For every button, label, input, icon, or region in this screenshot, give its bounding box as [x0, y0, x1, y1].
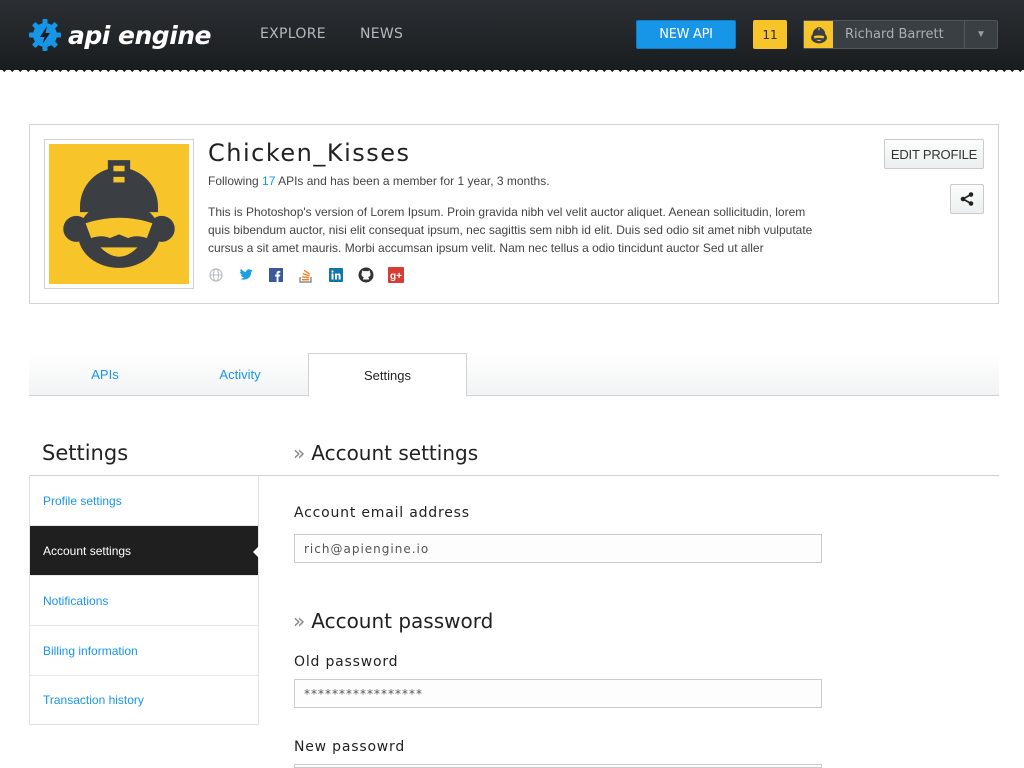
email-field[interactable] — [294, 534, 822, 563]
avatar-robot-icon — [49, 144, 189, 284]
googleplus-icon[interactable]: g+ — [388, 267, 404, 283]
double-chevron-icon: » — [293, 441, 306, 465]
globe-icon[interactable] — [208, 267, 224, 283]
user-avatar-icon — [804, 21, 833, 48]
settings-sidebar: Profile settings Account settings Notifi… — [29, 475, 259, 725]
facebook-icon[interactable] — [268, 267, 284, 283]
email-label: Account email address — [294, 505, 470, 521]
new-password-label: New passowrd — [294, 739, 406, 755]
tab-apis[interactable]: APIs — [29, 353, 181, 396]
logo[interactable]: api engine — [28, 18, 212, 52]
notification-badge[interactable]: 11 — [753, 20, 787, 49]
sidebar-item-transaction-history[interactable]: Transaction history — [30, 676, 258, 724]
new-api-button[interactable]: NEW API — [636, 20, 736, 49]
stackoverflow-icon[interactable] — [298, 267, 314, 283]
sidebar-item-profile-settings[interactable]: Profile settings — [30, 476, 258, 526]
tab-settings[interactable]: Settings — [308, 353, 467, 397]
avatar — [44, 139, 194, 289]
profile-bio: This is Photoshop's version of Lorem Ips… — [208, 205, 813, 255]
tab-activity[interactable]: Activity — [181, 353, 299, 396]
profile-card: Chicken_Kisses Following 17 APIs and has… — [29, 124, 999, 304]
sidebar-item-account-settings[interactable]: Account settings — [30, 526, 259, 576]
section-divider — [259, 475, 999, 476]
profile-username: Chicken_Kisses — [208, 139, 411, 167]
edit-profile-button[interactable]: EDIT PROFILE — [884, 139, 984, 169]
nav-news[interactable]: NEWS — [360, 26, 403, 42]
twitter-icon[interactable] — [238, 267, 254, 283]
user-menu[interactable]: Richard Barrett ▼ — [803, 20, 998, 49]
new-password-field[interactable] — [294, 764, 822, 768]
svg-text:g+: g+ — [390, 271, 402, 282]
social-links: g+ — [208, 267, 404, 283]
linkedin-icon[interactable] — [328, 267, 344, 283]
share-icon — [960, 192, 974, 206]
old-password-field[interactable] — [294, 679, 822, 708]
share-button[interactable] — [950, 184, 984, 214]
following-prefix: Following — [208, 174, 259, 188]
account-password-title-text: Account password — [311, 609, 494, 633]
user-name: Richard Barrett — [845, 27, 944, 42]
top-navigation-bar: api engine EXPLORE NEWS NEW API 11 Richa… — [0, 0, 1024, 70]
following-count-link[interactable]: 17 — [262, 174, 275, 188]
double-chevron-icon: » — [293, 609, 306, 633]
header-zigzag-edge — [0, 68, 1024, 76]
chevron-down-icon[interactable]: ▼ — [964, 21, 997, 48]
sidebar-item-notifications[interactable]: Notifications — [30, 576, 258, 626]
profile-meta: Following 17 APIs and has been a member … — [208, 174, 550, 188]
account-settings-title-text: Account settings — [311, 441, 479, 465]
nav-explore[interactable]: EXPLORE — [260, 26, 326, 42]
sidebar-item-billing-information[interactable]: Billing information — [30, 626, 258, 676]
settings-heading: Settings — [42, 441, 129, 465]
account-password-title: » Account password — [293, 609, 493, 633]
github-icon[interactable] — [358, 267, 374, 283]
profile-tabs: APIs Activity Settings — [29, 353, 999, 397]
gear-bolt-icon — [29, 19, 61, 51]
account-settings-title: » Account settings — [293, 441, 478, 465]
following-suffix: APIs and has been a member for 1 year, 3… — [278, 174, 550, 188]
logo-text: api engine — [68, 20, 212, 50]
old-password-label: Old password — [294, 654, 399, 670]
